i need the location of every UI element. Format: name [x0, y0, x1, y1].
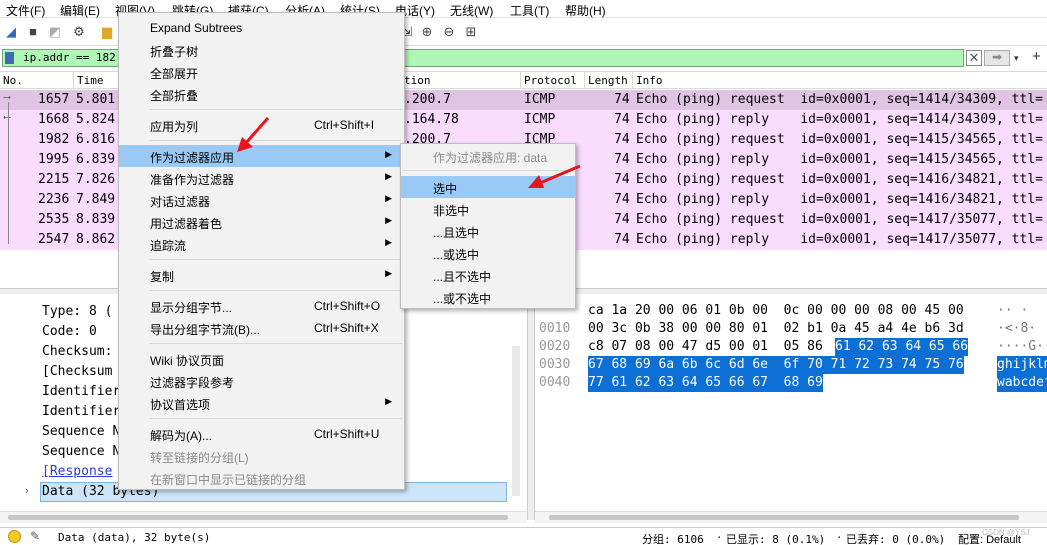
- red-arrow-icon: [528, 164, 581, 188]
- annotation-arrows: [237, 117, 581, 188]
- red-arrow-icon: [237, 117, 270, 152]
